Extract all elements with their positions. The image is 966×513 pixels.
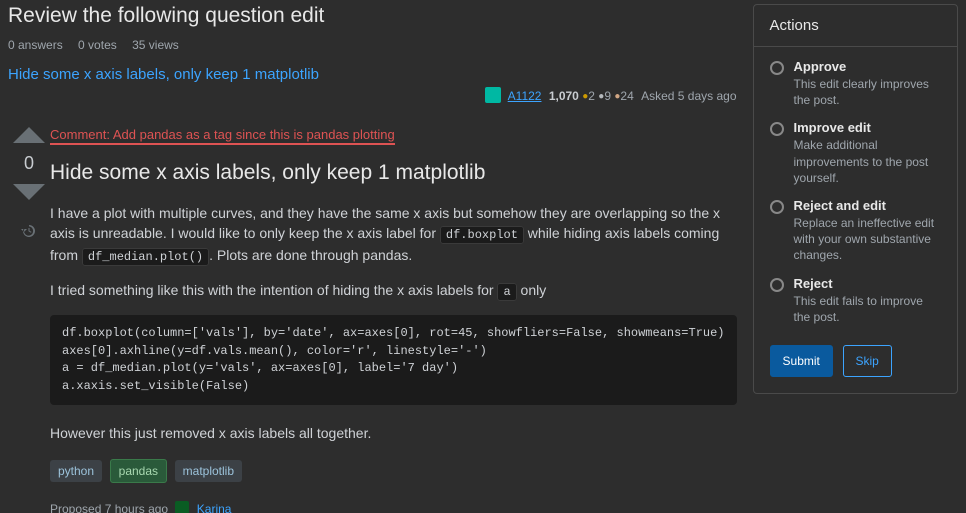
- post-title: Hide some x axis labels, only keep 1 mat…: [50, 161, 737, 185]
- action-desc: Make additional improvements to the post…: [794, 137, 941, 186]
- bronze-badge-icon: ●: [614, 91, 620, 102]
- action-label: Reject: [794, 276, 941, 291]
- button-row: Submit Skip: [754, 341, 957, 393]
- reputation: 1,070: [549, 89, 579, 103]
- inline-code: df_median.plot(): [82, 248, 209, 266]
- author-meta: A1122 1,070 ●2 ●9 ●24 Asked 5 days ago: [8, 87, 737, 103]
- votes-count: 0 votes: [78, 38, 117, 52]
- actions-sidebar: Actions Approve This edit clearly improv…: [753, 4, 958, 394]
- avatar: [175, 501, 189, 513]
- radio-icon: [770, 122, 784, 136]
- paragraph-1: I have a plot with multiple curves, and …: [50, 203, 737, 266]
- action-label: Reject and edit: [794, 198, 941, 213]
- action-reject-and-edit[interactable]: Reject and edit Replace an ineffective e…: [770, 198, 941, 264]
- action-improve-edit[interactable]: Improve edit Make additional improvement…: [770, 120, 941, 186]
- edit-comment: Comment: Add pandas as a tag since this …: [50, 127, 395, 145]
- comment-prefix: Comment:: [50, 127, 110, 142]
- submit-button[interactable]: Submit: [770, 345, 833, 377]
- avatar: [485, 87, 501, 103]
- inline-code: a: [497, 283, 516, 301]
- silver-badge-count: 9: [604, 89, 611, 103]
- radio-icon: [770, 61, 784, 75]
- downvote-button[interactable]: [13, 184, 45, 200]
- post-prose: I have a plot with multiple curves, and …: [50, 203, 737, 443]
- upvote-button[interactable]: [13, 127, 45, 143]
- sidebar-title: Actions: [754, 5, 957, 47]
- proposed-by: Proposed 7 hours ago Karina: [50, 501, 737, 513]
- actions-list: Approve This edit clearly improves the p…: [754, 47, 957, 341]
- action-desc: This edit fails to improve the post.: [794, 293, 941, 325]
- tag-pandas[interactable]: pandas: [110, 459, 167, 483]
- tag-list: python pandas matplotlib: [50, 459, 737, 483]
- vote-score: 0: [24, 153, 34, 174]
- gold-badge-icon: ●: [582, 91, 588, 102]
- page-title: Review the following question edit: [8, 4, 737, 28]
- action-label: Approve: [794, 59, 941, 74]
- asked-time: Asked 5 days ago: [641, 89, 736, 103]
- question-stats: 0 answers 0 votes 35 views: [8, 38, 737, 52]
- action-desc: This edit clearly improves the post.: [794, 76, 941, 108]
- inline-code: df.boxplot: [440, 226, 524, 244]
- gold-badge-count: 2: [588, 89, 595, 103]
- action-approve[interactable]: Approve This edit clearly improves the p…: [770, 59, 941, 108]
- post-body: Comment: Add pandas as a tag since this …: [50, 127, 737, 513]
- post-row: 0 Comment: Add pandas as a tag since thi…: [8, 127, 737, 513]
- views-count: 35 views: [132, 38, 179, 52]
- history-icon[interactable]: [20, 222, 38, 243]
- action-reject[interactable]: Reject This edit fails to improve the po…: [770, 276, 941, 325]
- header: Review the following question edit 0 ans…: [8, 4, 737, 103]
- main-content: Review the following question edit 0 ans…: [8, 0, 753, 511]
- code-block[interactable]: df.boxplot(column=['vals'], by='date', a…: [50, 315, 737, 405]
- tag-python[interactable]: python: [50, 460, 102, 482]
- skip-button[interactable]: Skip: [843, 345, 892, 377]
- silver-badge-icon: ●: [598, 91, 604, 102]
- radio-icon: [770, 278, 784, 292]
- comment-text: Add pandas as a tag since this is pandas…: [110, 127, 395, 142]
- answers-count: 0 answers: [8, 38, 63, 52]
- action-desc: Replace an ineffective edit with your ow…: [794, 215, 941, 264]
- paragraph-3: However this just removed x axis labels …: [50, 423, 737, 443]
- question-link[interactable]: Hide some x axis labels, only keep 1 mat…: [8, 66, 319, 83]
- radio-icon: [770, 200, 784, 214]
- bronze-badge-count: 24: [620, 89, 633, 103]
- action-label: Improve edit: [794, 120, 941, 135]
- paragraph-2: I tried something like this with the int…: [50, 280, 737, 301]
- proposer-link[interactable]: Karina: [197, 502, 232, 513]
- author-link[interactable]: A1122: [508, 89, 542, 103]
- vote-column: 0: [8, 127, 50, 513]
- tag-matplotlib[interactable]: matplotlib: [175, 460, 242, 482]
